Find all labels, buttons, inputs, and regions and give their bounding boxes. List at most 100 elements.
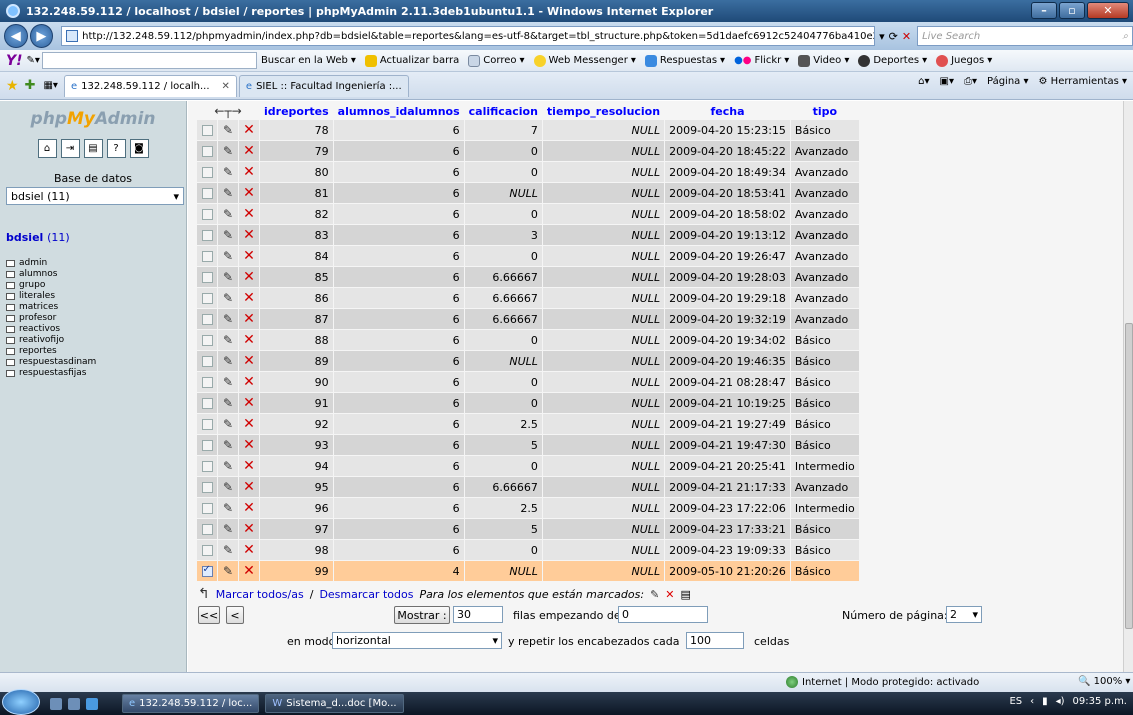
table-row[interactable]: ✎ ✕ 94 6 0 NULL 2009-04-21 20:25:41 Intermedio: [197, 456, 859, 476]
table-row[interactable]: ✎ ✕ 92 6 2.5 NULL 2009-04-21 19:27:49 Básico: [197, 414, 859, 434]
table-row[interactable]: ✎ ✕ 89 6 NULL NULL 2009-04-20 19:46:35 Básico: [197, 351, 859, 371]
delete-row-button[interactable]: ✕: [239, 162, 259, 182]
yahoo-search-input[interactable]: [41, 52, 257, 69]
row-checkbox[interactable]: [197, 372, 217, 392]
table-row[interactable]: ✎ ✕ 88 6 0 NULL 2009-04-20 19:34:02 Básico: [197, 330, 859, 350]
dropdown-arrow-icon[interactable]: ▾: [879, 30, 885, 43]
volume-icon[interactable]: ◂): [1056, 696, 1065, 707]
row-checkbox[interactable]: [197, 477, 217, 497]
docs-icon[interactable]: ?: [106, 139, 126, 158]
edit-row-button[interactable]: ✎: [218, 477, 238, 497]
sidebar-item-table[interactable]: admin: [6, 258, 180, 269]
edit-row-button[interactable]: ✎: [218, 393, 238, 413]
edit-row-button[interactable]: ✎: [218, 519, 238, 539]
favorites-star-icon[interactable]: ★: [6, 78, 19, 94]
edit-row-button[interactable]: ✎: [218, 225, 238, 245]
minimize-button[interactable]: –: [1031, 2, 1057, 19]
edit-row-button[interactable]: ✎: [218, 267, 238, 287]
row-checkbox[interactable]: [197, 561, 217, 581]
edit-row-button[interactable]: ✎: [218, 435, 238, 455]
edit-row-button[interactable]: ✎: [218, 204, 238, 224]
delete-selected-icon[interactable]: ✕: [665, 588, 674, 601]
row-checkbox[interactable]: [197, 141, 217, 161]
add-favorites-icon[interactable]: ✚: [25, 78, 36, 93]
table-row[interactable]: ✎ ✕ 98 6 0 NULL 2009-04-23 19:09:33 Básico: [197, 540, 859, 560]
tab-siel[interactable]: e SIEL :: Facultad Ingeniería :...: [238, 74, 409, 97]
page-menu[interactable]: Página ▾: [987, 76, 1029, 87]
home-icon[interactable]: ⌂: [37, 139, 57, 158]
toolbar-item-flickr[interactable]: ● ● Flickr ▾: [734, 55, 789, 66]
unmark-all-link[interactable]: Desmarcar todos: [319, 588, 413, 601]
column-toggle-header[interactable]: ←┬→: [197, 103, 259, 119]
toolbar-item-respuestas[interactable]: Respuestas ▾: [644, 54, 725, 67]
toolbar-item-actualizar[interactable]: Actualizar barra: [364, 54, 459, 67]
delete-row-button[interactable]: ✕: [239, 498, 259, 518]
edit-row-button[interactable]: ✎: [218, 162, 238, 182]
table-row[interactable]: ✎ ✕ 95 6 6.66667 NULL 2009-04-21 21:17:33 Avanz…: [197, 477, 859, 497]
edit-row-button[interactable]: ✎: [218, 540, 238, 560]
print-icon[interactable]: ⎙▾: [964, 76, 977, 87]
first-page-button[interactable]: <<: [198, 606, 220, 624]
row-checkbox[interactable]: [197, 120, 217, 140]
edit-row-button[interactable]: ✎: [218, 141, 238, 161]
maximize-button[interactable]: ▫: [1059, 2, 1085, 19]
start-button[interactable]: [2, 688, 40, 715]
pencil-icon[interactable]: ✎▾: [27, 55, 40, 66]
sidebar-item-table[interactable]: respuestasfijas: [6, 368, 180, 379]
database-select[interactable]: bdsiel (11) ▾: [6, 187, 184, 205]
security-zone[interactable]: Internet | Modo protegido: activado: [786, 676, 979, 688]
sidebar-item-table[interactable]: reactivos: [6, 324, 180, 335]
table-row[interactable]: ✎ ✕ 84 6 0 NULL 2009-04-20 19:26:47 Avanzado: [197, 246, 859, 266]
zoom-level[interactable]: 🔍 100% ▾: [1078, 676, 1130, 687]
repeat-input[interactable]: 100: [686, 632, 744, 649]
edit-row-button[interactable]: ✎: [218, 309, 238, 329]
edit-row-button[interactable]: ✎: [218, 120, 238, 140]
table-row[interactable]: ✎ ✕ 83 6 3 NULL 2009-04-20 19:13:12 Avanzado: [197, 225, 859, 245]
delete-row-button[interactable]: ✕: [239, 351, 259, 371]
network-icon[interactable]: ▮: [1042, 696, 1048, 707]
edit-row-button[interactable]: ✎: [218, 288, 238, 308]
sidebar-item-table[interactable]: literales: [6, 291, 180, 302]
row-checkbox[interactable]: [197, 540, 217, 560]
edit-row-button[interactable]: ✎: [218, 498, 238, 518]
phpmyadmin-logo[interactable]: phpMyAdmin: [6, 109, 180, 129]
search-icon[interactable]: ⌕: [1122, 31, 1128, 42]
table-row[interactable]: ✎ ✕ 91 6 0 NULL 2009-04-21 10:19:25 Básico: [197, 393, 859, 413]
delete-row-button[interactable]: ✕: [239, 414, 259, 434]
live-search-field[interactable]: Live Search ⌕: [917, 26, 1133, 46]
edit-row-button[interactable]: ✎: [218, 414, 238, 434]
scrollbar-thumb[interactable]: [1125, 323, 1133, 629]
row-checkbox[interactable]: [197, 414, 217, 434]
row-checkbox[interactable]: [197, 351, 217, 371]
page-number-select[interactable]: 2 ▾: [946, 606, 982, 623]
row-checkbox[interactable]: [197, 204, 217, 224]
exit-icon[interactable]: ⇥: [60, 139, 80, 158]
delete-row-button[interactable]: ✕: [239, 477, 259, 497]
delete-row-button[interactable]: ✕: [239, 519, 259, 539]
table-row[interactable]: ✎ ✕ 96 6 2.5 NULL 2009-04-23 17:22:06 Intermedi…: [197, 498, 859, 518]
row-checkbox[interactable]: [197, 519, 217, 539]
yahoo-search-button[interactable]: Buscar en la Web ▾: [261, 55, 356, 66]
show-button[interactable]: Mostrar :: [394, 606, 450, 624]
yahoo-logo-icon[interactable]: Y!: [6, 53, 23, 69]
edit-row-button[interactable]: ✎: [218, 330, 238, 350]
sidebar-item-table[interactable]: respuestasdinam: [6, 357, 180, 368]
sidebar-item-table[interactable]: alumnos: [6, 269, 180, 280]
row-checkbox[interactable]: [197, 393, 217, 413]
taskbar-item-ie[interactable]: e 132.248.59.112 / loc...: [122, 694, 260, 713]
column-header-tipo[interactable]: tipo: [790, 103, 859, 119]
table-row[interactable]: ✎ ✕ 81 6 NULL NULL 2009-04-20 18:53:41 Avanzado: [197, 183, 859, 203]
refresh-icon[interactable]: ⟳: [889, 30, 898, 43]
table-row[interactable]: ✎ ✕ 93 6 5 NULL 2009-04-21 19:47:30 Básico: [197, 435, 859, 455]
table-row[interactable]: ✎ ✕ 80 6 0 NULL 2009-04-20 18:49:34 Avanzado: [197, 162, 859, 182]
row-checkbox[interactable]: [197, 183, 217, 203]
toolbar-item-messenger[interactable]: Web Messenger ▾: [533, 54, 636, 67]
row-checkbox[interactable]: [197, 162, 217, 182]
delete-row-button[interactable]: ✕: [239, 288, 259, 308]
edit-row-button[interactable]: ✎: [218, 561, 238, 581]
table-row[interactable]: ✎ ✕ 78 6 7 NULL 2009-04-20 15:23:15 Básico: [197, 120, 859, 140]
edit-selected-icon[interactable]: ✎: [650, 588, 659, 601]
home-icon[interactable]: ⌂▾: [918, 76, 929, 87]
delete-row-button[interactable]: ✕: [239, 456, 259, 476]
export-selected-icon[interactable]: ▤: [681, 588, 691, 601]
